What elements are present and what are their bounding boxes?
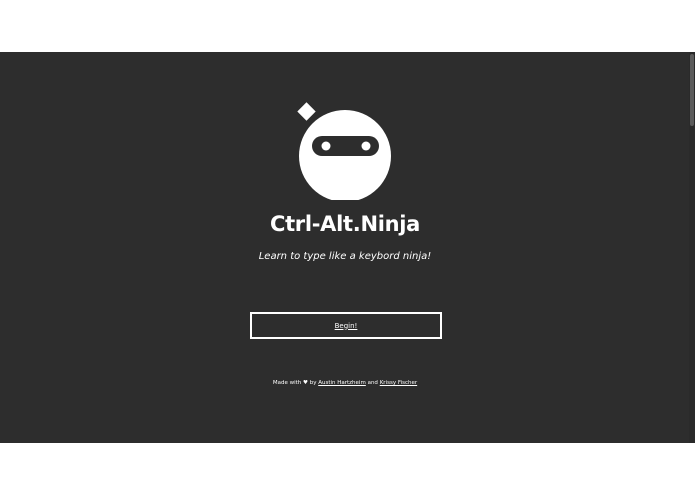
page-title: Ctrl-Alt.Ninja: [269, 212, 421, 236]
begin-button[interactable]: Begin!: [250, 312, 442, 339]
scrollbar-track[interactable]: [689, 52, 695, 443]
heart-icon: ♥: [303, 380, 308, 386]
footer-made-with: Made with: [272, 380, 302, 386]
page-viewport: Ctrl-Alt.Ninja Learn to type like a keyb…: [0, 52, 695, 443]
author-link-austin[interactable]: Austin Hartzheim: [318, 380, 366, 386]
tagline: Learn to type like a keybord ninja!: [258, 251, 432, 262]
footer-credits: Made with ♥ by Austin Hartzheim and Kris…: [0, 380, 690, 386]
footer-and: and: [367, 380, 378, 386]
footer-by: by: [309, 380, 317, 386]
scrollbar-thumb[interactable]: [690, 54, 694, 126]
author-link-krissy[interactable]: Krissy Fischer: [380, 380, 417, 386]
begin-button-label: Begin!: [334, 321, 358, 330]
ninja-head-icon: [297, 102, 391, 200]
